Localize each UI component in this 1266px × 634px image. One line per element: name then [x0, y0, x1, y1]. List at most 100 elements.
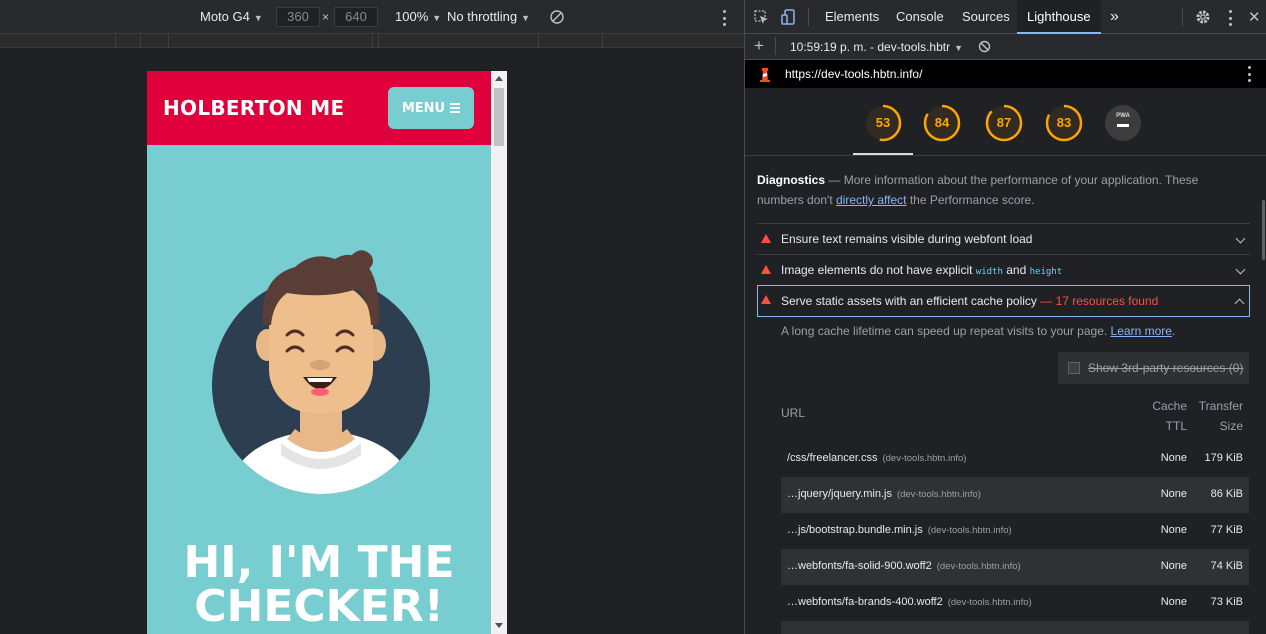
pwa-badge[interactable]: PWA [1105, 105, 1141, 141]
audit-font-display[interactable]: Ensure text remains visible during webfo… [757, 223, 1250, 254]
resource-host: (dev-tools.hbtn.info) [936, 561, 1021, 572]
viewport-scrollbar[interactable] [491, 71, 507, 634]
score-gauge[interactable]: 87 [985, 104, 1023, 142]
close-icon[interactable]: ✕ [1248, 8, 1261, 26]
caret-down-icon: ▼ [521, 13, 531, 23]
table-row[interactable]: …webfonts/fa-solid-900.woff2 (dev-tools.h… [781, 549, 1249, 585]
rotate-icon[interactable] [549, 9, 565, 25]
lighthouse-toolbar: + 10:59:19 p. m. - dev-tools.hbtr ▼ [745, 34, 1266, 60]
inspect-element-icon[interactable] [754, 10, 769, 25]
menu-button[interactable]: MENU [388, 87, 474, 129]
transfer-size: 73 KiB [1210, 596, 1243, 608]
chevron-down-icon[interactable] [1235, 233, 1246, 244]
device-toolbar-toggle-icon[interactable] [781, 9, 795, 25]
zoom-select[interactable]: 100% ▼ [395, 0, 441, 34]
clear-block-icon[interactable] [978, 40, 991, 53]
report-url[interactable]: https://dev-tools.hbtn.info/ [785, 67, 922, 81]
table-row[interactable]: …webfonts/fa-brands-400.woff2 (dev-tools.… [781, 585, 1249, 621]
table-row[interactable] [781, 621, 1249, 634]
directly-affect-link[interactable]: directly affect [836, 193, 906, 207]
cache-ttl: None [1160, 488, 1187, 500]
tab-sources[interactable]: Sources [952, 0, 1020, 34]
hero-title: HI, I'M THE CHECKER! [147, 541, 491, 629]
more-options-icon[interactable] [723, 10, 727, 26]
fail-triangle-icon [761, 295, 771, 304]
resource-host: (dev-tools.hbtn.info) [927, 525, 1012, 536]
table-row[interactable]: …js/bootstrap.bundle.min.js (dev-tools.hb… [781, 513, 1249, 549]
height-input[interactable]: 640 [334, 7, 378, 27]
toolbar-separator [1182, 8, 1183, 26]
transfer-size: 77 KiB [1210, 524, 1243, 536]
audit-title: Ensure text remains visible during webfo… [781, 232, 1033, 246]
resources-found: — 17 resources found [1040, 294, 1159, 308]
column-size-label: Size [1219, 419, 1243, 433]
scroll-down-arrow-icon[interactable] [495, 623, 503, 628]
third-party-filter[interactable]: Show 3rd-party resources (0) [1058, 352, 1249, 384]
scroll-up-arrow-icon[interactable] [495, 76, 503, 81]
resource-path[interactable]: …js/bootstrap.bundle.min.js [787, 524, 923, 536]
score-gauge[interactable]: 84 [923, 104, 961, 142]
column-cache-label: Cache [1152, 399, 1187, 413]
tab-elements[interactable]: Elements [815, 0, 889, 34]
devtools-more-icon[interactable] [1229, 10, 1233, 26]
tab-console[interactable]: Console [886, 0, 954, 34]
lighthouse-logo-icon [760, 68, 770, 82]
learn-more-link[interactable]: Learn more [1111, 324, 1172, 338]
column-ttl-label: TTL [1165, 419, 1187, 433]
hamburger-icon [450, 103, 461, 113]
device-name: Moto G4 [200, 9, 250, 24]
site-navbar: HOLBERTON ME MENU [147, 71, 491, 145]
tab-lighthouse[interactable]: Lighthouse [1017, 0, 1101, 34]
throttling-value: No throttling [447, 9, 518, 24]
column-transfer-label: Transfer [1198, 399, 1243, 413]
score-gauge[interactable]: 53 [864, 104, 902, 142]
settings-gear-icon[interactable] [1195, 9, 1211, 25]
score-value: 87 [996, 115, 1012, 130]
caret-down-icon: ▼ [432, 13, 442, 23]
score-gauge[interactable]: 83 [1045, 104, 1083, 142]
chevron-down-icon[interactable] [1235, 264, 1246, 275]
emulated-viewport: HOLBERTON ME MENU HI, I'M THE CHECKER! [147, 71, 507, 634]
scroll-thumb[interactable] [494, 88, 504, 146]
more-tabs-icon[interactable]: » [1100, 0, 1129, 34]
transfer-size: 179 KiB [1204, 452, 1243, 464]
audit-cache-policy[interactable]: Serve static assets with an efficient ca… [757, 285, 1250, 317]
fail-triangle-icon [761, 234, 771, 243]
throttling-select[interactable]: No throttling ▼ [447, 0, 530, 34]
audit-title-and: and [1006, 263, 1027, 277]
report-time: 10:59:19 p. m. - dev-tools.hbtr [790, 40, 951, 54]
new-report-plus-icon[interactable]: + [754, 36, 764, 56]
resource-host: (dev-tools.hbtn.info) [947, 597, 1032, 608]
audit-title: Serve static assets with an efficient ca… [781, 294, 1158, 308]
category-scores: PWA 53 84 87 83 [745, 88, 1266, 156]
cache-ttl: None [1160, 524, 1187, 536]
table-header: URL Cache TTL Transfer Size [781, 393, 1249, 435]
resource-path[interactable]: …webfonts/fa-solid-900.woff2 [787, 560, 932, 572]
pwa-label: PWA [1116, 113, 1130, 119]
third-party-checkbox[interactable] [1068, 362, 1080, 374]
fail-triangle-icon [761, 265, 771, 274]
resource-path[interactable]: …jquery/jquery.min.js [787, 488, 892, 500]
report-selector[interactable]: 10:59:19 p. m. - dev-tools.hbtr ▼ [790, 40, 963, 54]
table-row[interactable]: /css/freelancer.css (dev-tools.hbtn.info)… [781, 441, 1249, 477]
resource-path[interactable]: …webfonts/fa-brands-400.woff2 [787, 596, 943, 608]
column-url: URL [781, 406, 806, 420]
diagnostics-title: Diagnostics [757, 173, 826, 187]
site-brand[interactable]: HOLBERTON ME [163, 96, 344, 120]
chevron-up-icon[interactable] [1234, 298, 1245, 309]
table-row[interactable]: …jquery/jquery.min.js (dev-tools.hbtn.inf… [781, 477, 1249, 513]
diagnostics-dash: — [828, 173, 841, 187]
devtools-pane: Elements Console Sources Lighthouse » ✕ … [745, 0, 1266, 634]
devtools-scroll-thumb[interactable] [1262, 200, 1265, 260]
resource-host: (dev-tools.hbtn.info) [882, 453, 967, 464]
resource-path[interactable]: /css/freelancer.css [787, 452, 877, 464]
report-menu-icon[interactable] [1248, 66, 1252, 82]
device-select[interactable]: Moto G4 ▼ [200, 0, 263, 34]
width-input[interactable]: 360 [276, 7, 320, 27]
diagnostics-text-end: the Performance score. [909, 193, 1035, 207]
score-value: 83 [1056, 115, 1072, 130]
audit-unsized-images[interactable]: Image elements do not have explicit widt… [757, 254, 1250, 285]
caret-down-icon: ▼ [253, 13, 263, 23]
device-emulation-pane: Moto G4 ▼ 360 × 640 100% ▼ No throttling ▼ … [0, 0, 744, 634]
cache-ttl: None [1160, 560, 1187, 572]
